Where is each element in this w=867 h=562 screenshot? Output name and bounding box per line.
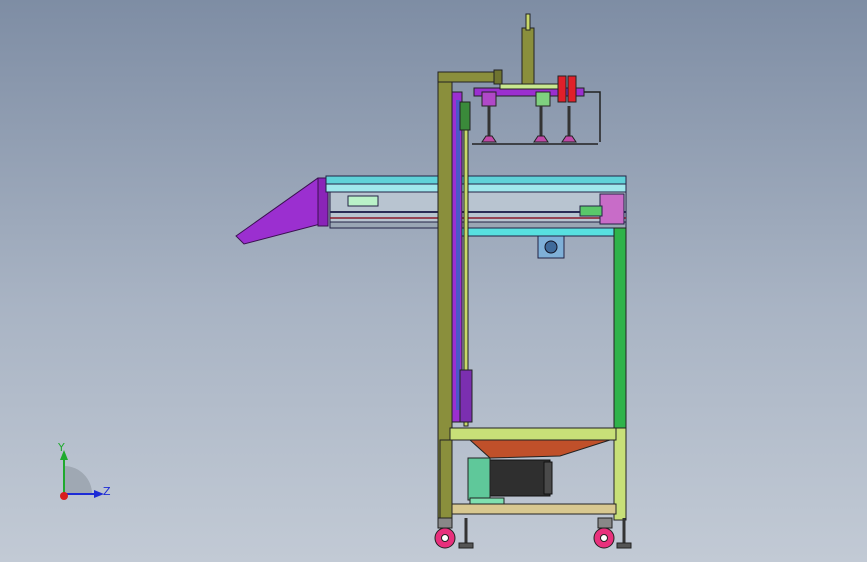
conveyor-label-plate: [347, 195, 379, 207]
middle-shelf: [449, 427, 617, 441]
foot-left: [458, 518, 474, 549]
suction-cup-3: [561, 106, 577, 143]
triad-plane-quadrant: [64, 466, 92, 494]
slide-carriage: [459, 369, 473, 423]
vertical-cylinder: [521, 27, 535, 89]
gripper-beam-top: [499, 83, 561, 90]
bracket-right: [584, 91, 601, 142]
feed-chute: [235, 177, 329, 245]
guide-rail-inner: [456, 100, 460, 410]
conveyor-cyan-beam: [459, 227, 627, 237]
left-leg-lower: [439, 439, 453, 521]
top-arm: [437, 71, 497, 83]
top-arm-bracket: [493, 69, 503, 85]
motor-mount: [467, 457, 491, 501]
conveyor-belt-top: [325, 175, 627, 185]
red-cylinder-1: [557, 75, 567, 103]
gearbox-shaft: [544, 240, 558, 254]
y-axis-label: Y: [58, 441, 65, 454]
suction-cup-1: [481, 106, 497, 143]
caster-left: [434, 517, 456, 549]
cylinder-rod: [525, 13, 531, 31]
end-bracket-green: [579, 205, 603, 217]
gripper-mount-2: [481, 91, 497, 107]
caster-right: [593, 517, 615, 549]
z-axis-label: Z: [103, 485, 111, 498]
foot-right: [616, 518, 632, 549]
upper-carriage: [459, 101, 471, 131]
x-axis-dot: [60, 492, 68, 500]
motor-cap: [543, 461, 553, 495]
red-cylinder-2: [567, 75, 577, 103]
machine-model[interactable]: [235, 13, 632, 549]
orange-plate: [468, 439, 611, 459]
conveyor-lower-rail: [329, 221, 627, 229]
conveyor-rail: [325, 183, 627, 193]
end-bracket: [599, 193, 625, 225]
gripper-mount: [535, 91, 551, 107]
bottom-shelf: [449, 503, 617, 515]
motor-body: [487, 459, 551, 497]
suction-cup-2: [533, 106, 549, 143]
cad-viewport[interactable]: [0, 0, 867, 562]
